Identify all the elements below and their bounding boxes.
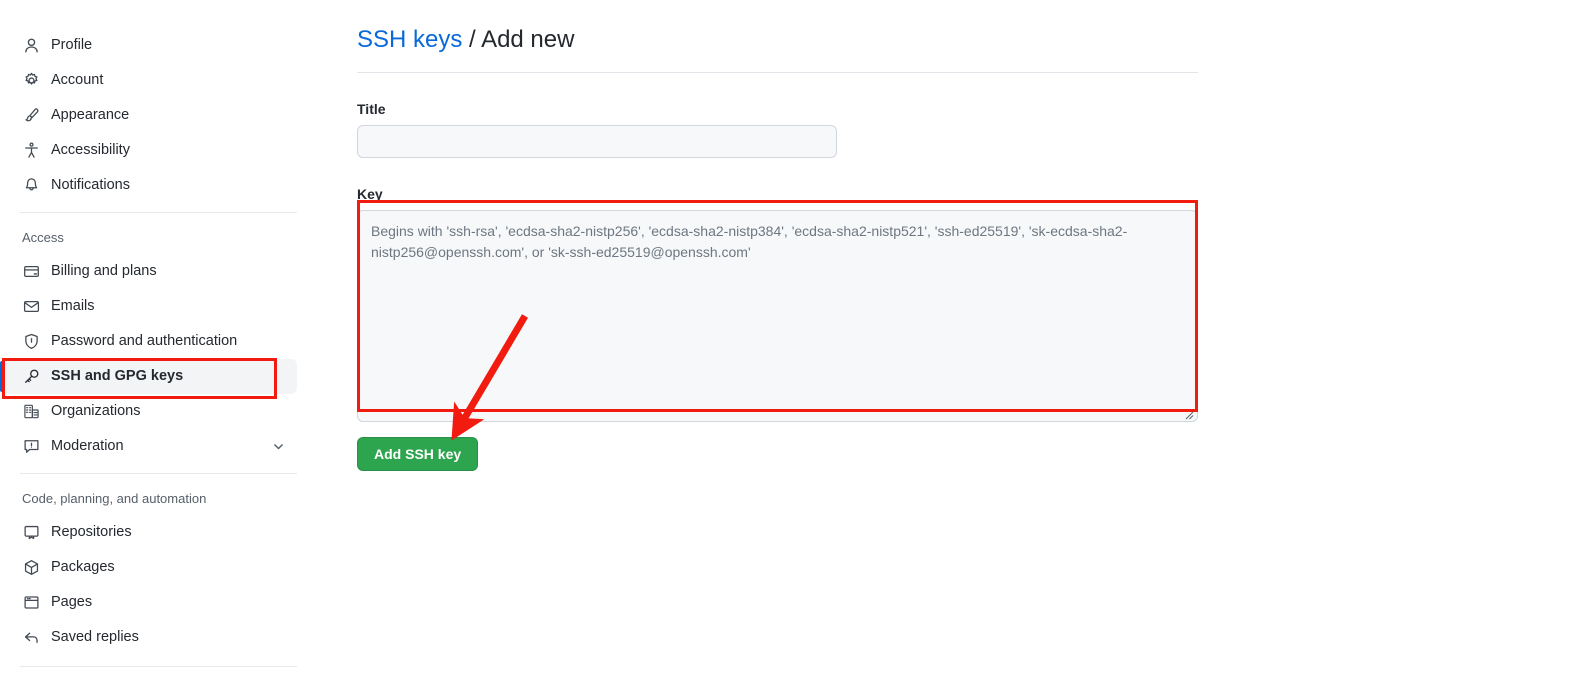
sidebar-item-label: Pages xyxy=(51,594,93,611)
sidebar-item-billing-and-plans[interactable]: Billing and plans xyxy=(0,254,297,289)
sidebar-item-label: Organizations xyxy=(51,403,141,420)
key-field-wrapper xyxy=(357,210,1198,422)
sidebar-item-profile[interactable]: Profile xyxy=(0,28,297,63)
page-title: SSH keys / Add new xyxy=(357,0,1198,73)
sidebar-item-accessibility[interactable]: Accessibility xyxy=(0,133,297,168)
sidebar-primary-group: Profile Account Appearance Accessibility… xyxy=(0,28,310,203)
accessibility-icon xyxy=(22,142,40,160)
sidebar-item-appearance[interactable]: Appearance xyxy=(0,98,297,133)
settings-sidebar: Profile Account Appearance Accessibility… xyxy=(0,0,310,683)
package-icon xyxy=(22,559,40,577)
sidebar-item-label: Password and authentication xyxy=(51,333,238,350)
sidebar-item-label: Profile xyxy=(51,37,93,54)
sidebar-item-label: Appearance xyxy=(51,107,130,124)
report-icon xyxy=(22,438,40,456)
credit-card-icon xyxy=(22,263,40,281)
title-input[interactable] xyxy=(357,125,837,158)
sidebar-divider-bottom xyxy=(20,666,297,667)
sidebar-item-label: Account xyxy=(51,72,104,89)
sidebar-item-notifications[interactable]: Notifications xyxy=(0,168,297,203)
sidebar-item-label: Moderation xyxy=(51,438,124,455)
sidebar-section-title-code: Code, planning, and automation xyxy=(22,490,207,506)
gear-icon xyxy=(22,72,40,90)
shield-lock-icon xyxy=(22,333,40,351)
breadcrumb-link-ssh-keys[interactable]: SSH keys xyxy=(357,26,462,53)
sidebar-code-group: Repositories Packages Pages Saved replie… xyxy=(0,515,310,655)
reply-icon xyxy=(22,629,40,647)
key-icon xyxy=(22,368,40,386)
sidebar-item-repositories[interactable]: Repositories xyxy=(0,515,297,550)
sidebar-item-label: Emails xyxy=(51,298,95,315)
browser-icon xyxy=(22,594,40,612)
mail-icon xyxy=(22,298,40,316)
sidebar-item-organizations[interactable]: Organizations xyxy=(0,394,297,429)
sidebar-item-label: SSH and GPG keys xyxy=(51,368,184,385)
add-ssh-key-button[interactable]: Add SSH key xyxy=(357,437,479,471)
breadcrumb-separator: / xyxy=(462,26,482,53)
sidebar-item-emails[interactable]: Emails xyxy=(0,289,297,324)
sidebar-item-ssh-and-gpg-keys[interactable]: SSH and GPG keys xyxy=(0,359,297,394)
key-label: Key xyxy=(357,186,383,202)
sidebar-item-label: Repositories xyxy=(51,524,132,541)
sidebar-access-group: Billing and plans Emails Password and au… xyxy=(0,254,310,464)
sidebar-item-packages[interactable]: Packages xyxy=(0,550,297,585)
bell-icon xyxy=(22,177,40,195)
sidebar-item-moderation[interactable]: Moderation xyxy=(0,429,297,464)
title-label: Title xyxy=(357,101,386,117)
sidebar-item-account[interactable]: Account xyxy=(0,63,297,98)
paintbrush-icon xyxy=(22,107,40,125)
sidebar-item-label: Billing and plans xyxy=(51,263,157,280)
settings-page: Profile Account Appearance Accessibility… xyxy=(0,0,1587,683)
person-icon xyxy=(22,37,40,55)
main-content: SSH keys / Add new Title Key Add SSH key xyxy=(357,0,1198,471)
sidebar-item-pages[interactable]: Pages xyxy=(0,585,297,620)
sidebar-section-title-access: Access xyxy=(22,229,64,245)
repo-icon xyxy=(22,524,40,542)
chevron-down-icon[interactable] xyxy=(272,440,285,453)
breadcrumb-current: Add new xyxy=(481,26,575,53)
sidebar-item-label: Packages xyxy=(51,559,115,576)
key-textarea[interactable] xyxy=(357,210,1198,422)
sidebar-item-label: Accessibility xyxy=(51,142,130,159)
sidebar-item-label: Saved replies xyxy=(51,629,139,646)
sidebar-item-saved-replies[interactable]: Saved replies xyxy=(0,620,297,655)
organization-icon xyxy=(22,403,40,421)
sidebar-item-label: Notifications xyxy=(51,177,130,194)
sidebar-item-password-and-authentication[interactable]: Password and authentication xyxy=(0,324,297,359)
